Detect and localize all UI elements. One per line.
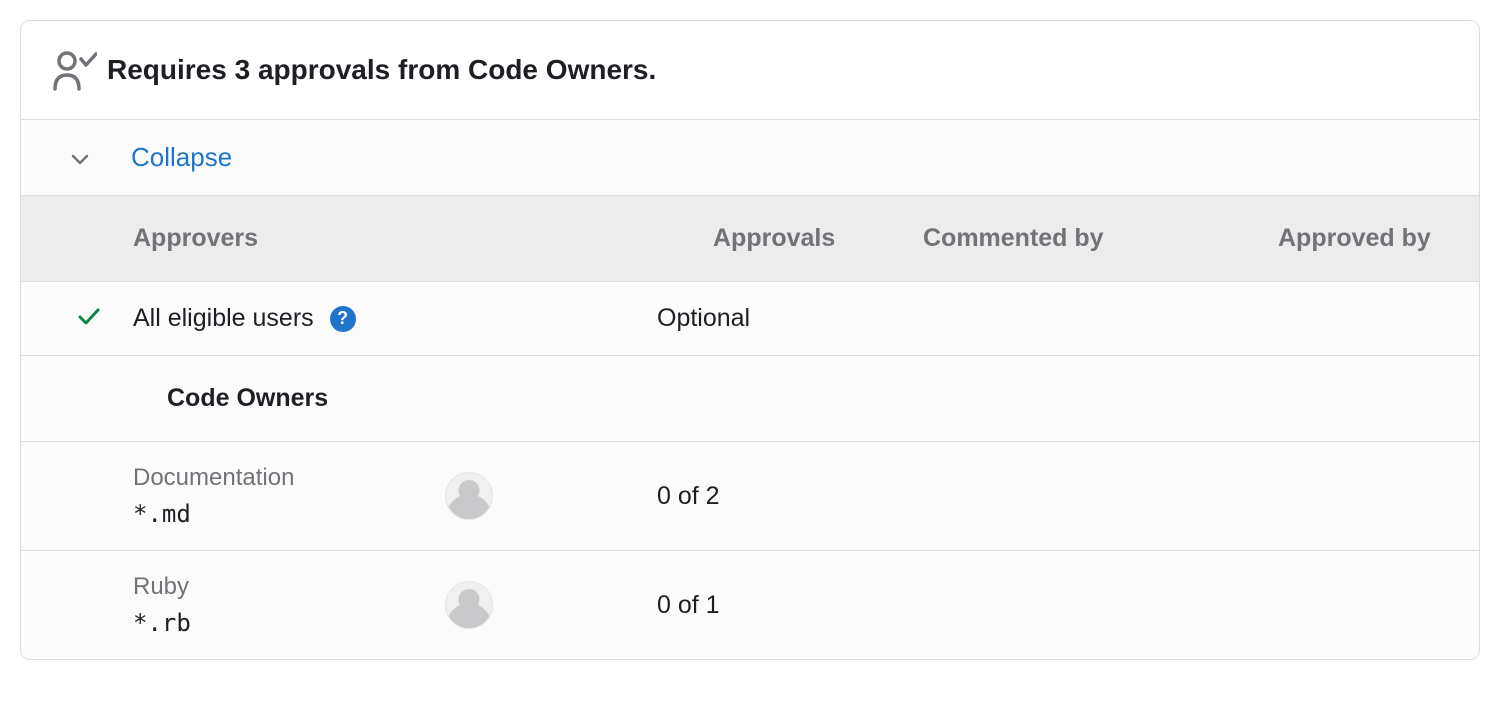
avatar[interactable] xyxy=(445,581,493,629)
table-row: Ruby *.rb 0 of 1 xyxy=(21,551,1479,659)
avatar-cell xyxy=(445,472,657,520)
avatar-cell xyxy=(445,581,657,629)
approvals-cell: 0 of 1 xyxy=(657,591,867,620)
panel-header: Requires 3 approvals from Code Owners. xyxy=(21,21,1479,120)
table-row: Documentation *.md 0 of 2 xyxy=(21,442,1479,551)
codeowner-info: Documentation *.md xyxy=(133,464,445,528)
panel-title: Requires 3 approvals from Code Owners. xyxy=(107,54,656,86)
table-header: Approvers Approvals Commented by Approve… xyxy=(21,196,1479,282)
avatar[interactable] xyxy=(445,472,493,520)
collapse-row[interactable]: Collapse xyxy=(21,120,1479,196)
col-approvals: Approvals xyxy=(713,224,923,253)
collapse-link[interactable]: Collapse xyxy=(131,142,232,173)
col-approvers: Approvers xyxy=(133,224,713,253)
col-commented: Commented by xyxy=(923,224,1278,253)
col-approved: Approved by xyxy=(1278,224,1447,253)
help-icon[interactable]: ? xyxy=(330,306,356,332)
user-approved-icon xyxy=(53,51,85,89)
chevron-down-icon xyxy=(71,144,89,172)
codeowner-pattern: *.rb xyxy=(133,609,445,637)
approvers-cell: All eligible users ? xyxy=(133,304,657,333)
approvals-cell: Optional xyxy=(657,304,867,333)
eligible-users-label: All eligible users xyxy=(133,304,314,333)
table-row: All eligible users ? Optional xyxy=(21,282,1479,356)
approvals-cell: 0 of 2 xyxy=(657,482,867,511)
codeowner-name: Ruby xyxy=(133,573,445,601)
section-title: Code Owners xyxy=(167,384,1447,413)
status-cell xyxy=(77,305,133,333)
codeowner-pattern: *.md xyxy=(133,500,445,528)
codeowner-name: Documentation xyxy=(133,464,445,492)
check-icon xyxy=(77,305,101,333)
codeowners-section: Code Owners xyxy=(21,356,1479,442)
codeowner-info: Ruby *.rb xyxy=(133,573,445,637)
approvals-panel: Requires 3 approvals from Code Owners. C… xyxy=(20,20,1480,660)
